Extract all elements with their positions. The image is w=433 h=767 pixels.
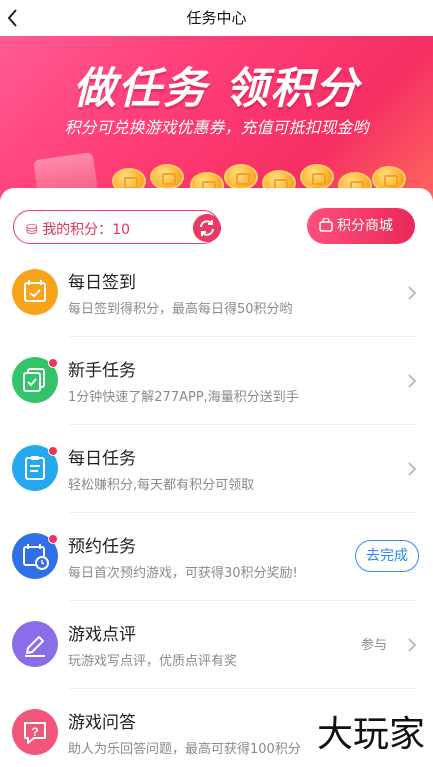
task-title: 预约任务	[68, 537, 136, 557]
go-complete-button[interactable]: 去完成	[355, 540, 419, 572]
task-card: ⛁ 我的积分：10 积分商城 每日签到 每日签到得积分，最高每日得50积分哟 新…	[0, 188, 433, 767]
task-desc: 玩游戏写点评，优质点评有奖	[68, 654, 238, 669]
task-item-daily[interactable]: 每日任务 轻松赚积分,每天都有积分可领取	[0, 425, 433, 513]
coin-icon	[300, 164, 334, 190]
chevron-right-icon	[408, 638, 417, 652]
chevron-right-icon	[408, 286, 417, 300]
points-mall-button[interactable]: 积分商城	[307, 208, 415, 244]
coin-icon	[224, 164, 258, 190]
task-desc: 助人为乐回答问题，最高可获得100积分	[68, 742, 301, 757]
task-title: 新手任务	[68, 361, 136, 381]
task-title: 游戏点评	[68, 625, 136, 645]
new-badge-dot	[48, 358, 58, 368]
shop-icon	[319, 218, 333, 232]
task-title: 每日签到	[68, 273, 136, 293]
task-desc: 1分钟快速了解277APP,海量积分送到手	[68, 390, 299, 405]
task-title: 每日任务	[68, 449, 136, 469]
task-item-reservation[interactable]: 预约任务 每日首次预约游戏，可获得30积分奖励! 去完成	[0, 513, 433, 601]
task-title: 游戏问答	[68, 713, 136, 733]
participate-label: 参与	[360, 638, 387, 653]
new-badge-dot	[48, 534, 58, 544]
points-mall-label: 积分商城	[337, 218, 393, 234]
watermark-logo: 大玩家	[316, 714, 425, 755]
task-desc: 轻松赚积分,每天都有积分可领取	[68, 478, 255, 493]
calendar-check-icon	[12, 269, 58, 315]
pen-icon	[12, 621, 58, 667]
task-item-game-review[interactable]: 游戏点评 玩游戏写点评，优质点评有奖 参与	[0, 601, 433, 689]
banner-headline: 做任务 领积分	[73, 64, 360, 114]
my-points: ⛁ 我的积分：10	[13, 210, 221, 244]
page-title: 任务中心	[186, 9, 247, 27]
chevron-right-icon	[408, 374, 417, 388]
points-value: 10	[112, 222, 131, 238]
refresh-icon[interactable]	[193, 214, 221, 242]
task-item-daily-signin[interactable]: 每日签到 每日签到得积分，最高每日得50积分哟	[0, 249, 433, 337]
points-label: 我的积分：	[42, 222, 113, 238]
task-item-newbie[interactable]: 新手任务 1分钟快速了解277APP,海量积分送到手	[0, 337, 433, 425]
svg-text:?: ?	[31, 725, 38, 739]
banner-subline: 积分可兑换游戏优惠券，充值可抵扣现金哟	[64, 118, 369, 137]
top-bar: 任务中心	[0, 0, 433, 36]
points-icon: ⛁	[26, 222, 43, 238]
task-desc: 每日首次预约游戏，可获得30积分奖励!	[68, 566, 298, 581]
question-icon: ?	[12, 709, 58, 755]
chevron-right-icon	[408, 462, 417, 476]
task-desc: 每日签到得积分，最高每日得50积分哟	[68, 302, 293, 317]
coin-icon	[150, 164, 184, 190]
new-badge-dot	[48, 446, 58, 456]
